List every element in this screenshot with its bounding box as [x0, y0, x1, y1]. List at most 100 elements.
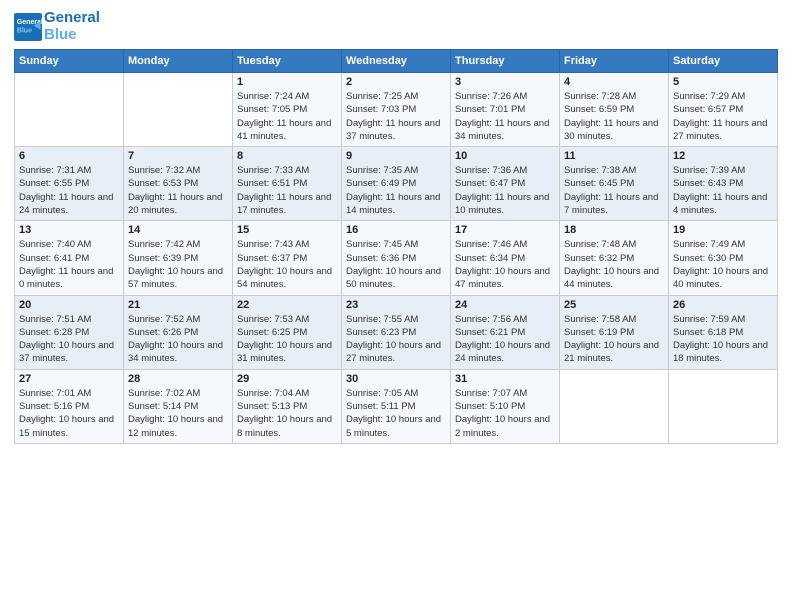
day-info: Sunrise: 7:52 AMSunset: 6:26 PMDaylight:…: [128, 313, 228, 366]
day-number: 27: [19, 373, 119, 385]
calendar-cell: 10 Sunrise: 7:36 AMSunset: 6:47 PMDayligh…: [451, 147, 560, 221]
day-info: Sunrise: 7:46 AMSunset: 6:34 PMDaylight:…: [455, 238, 555, 291]
day-number: 26: [673, 299, 773, 311]
calendar-cell: 27 Sunrise: 7:01 AMSunset: 5:16 PMDayligh…: [15, 369, 124, 443]
day-number: 23: [346, 299, 446, 311]
calendar-cell: 3Sunrise: 7:26 AMSunset: 7:01 PMDaylight…: [451, 73, 560, 147]
day-info: Sunrise: 7:45 AMSunset: 6:36 PMDaylight:…: [346, 238, 446, 291]
weekday-header-friday: Friday: [560, 50, 669, 73]
day-info: Sunrise: 7:05 AMSunset: 5:11 PMDaylight:…: [346, 387, 446, 440]
day-info: Sunrise: 7:31 AMSunset: 6:55 PMDaylight:…: [19, 164, 119, 217]
calendar-cell: 28Sunrise: 7:02 AMSunset: 5:14 PMDayligh…: [124, 369, 233, 443]
day-number: 18: [564, 224, 664, 236]
week-row-1: 1 Sunrise: 7:24 AMSunset: 7:05 PMDaylight…: [15, 73, 778, 147]
day-number: 11: [564, 150, 664, 162]
svg-text:Blue: Blue: [17, 27, 32, 34]
week-row-3: 13 Sunrise: 7:40 AMSunset: 6:41 PMDayligh…: [15, 221, 778, 295]
header: General Blue GeneralBlue: [14, 10, 778, 43]
day-info: Sunrise: 7:24 AMSunset: 7:05 PMDaylight:…: [237, 90, 337, 143]
day-number: 15: [237, 224, 337, 236]
day-number: 12: [673, 150, 773, 162]
day-number: 17: [455, 224, 555, 236]
weekday-header-row: SundayMondayTuesdayWednesdayThursdayFrid…: [15, 50, 778, 73]
day-info: Sunrise: 7:35 AMSunset: 6:49 PMDaylight:…: [346, 164, 446, 217]
calendar-cell: 8Sunrise: 7:33 AMSunset: 6:51 PMDaylight…: [233, 147, 342, 221]
calendar-cell: 1 Sunrise: 7:24 AMSunset: 7:05 PMDaylight…: [233, 73, 342, 147]
day-number: 16: [346, 224, 446, 236]
calendar-cell: 11 Sunrise: 7:38 AMSunset: 6:45 PMDayligh…: [560, 147, 669, 221]
day-number: 21: [128, 299, 228, 311]
calendar-cell: 5 Sunrise: 7:29 AMSunset: 6:57 PMDaylight…: [669, 73, 778, 147]
weekday-header-sunday: Sunday: [15, 50, 124, 73]
day-number: 30: [346, 373, 446, 385]
day-info: Sunrise: 7:59 AMSunset: 6:18 PMDaylight:…: [673, 313, 773, 366]
day-info: Sunrise: 7:26 AMSunset: 7:01 PMDaylight:…: [455, 90, 555, 143]
day-number: 7: [128, 150, 228, 162]
day-info: Sunrise: 7:40 AMSunset: 6:41 PMDaylight:…: [19, 238, 119, 291]
day-number: 1: [237, 76, 337, 88]
day-info: Sunrise: 7:43 AMSunset: 6:37 PMDaylight:…: [237, 238, 337, 291]
calendar-cell: 26 Sunrise: 7:59 AMSunset: 6:18 PMDayligh…: [669, 295, 778, 369]
calendar-cell: 14 Sunrise: 7:42 AMSunset: 6:39 PMDayligh…: [124, 221, 233, 295]
day-info: Sunrise: 7:01 AMSunset: 5:16 PMDaylight:…: [19, 387, 119, 440]
day-info: Sunrise: 7:07 AMSunset: 5:10 PMDaylight:…: [455, 387, 555, 440]
day-info: Sunrise: 7:42 AMSunset: 6:39 PMDaylight:…: [128, 238, 228, 291]
day-number: 28: [128, 373, 228, 385]
day-info: Sunrise: 7:39 AMSunset: 6:43 PMDaylight:…: [673, 164, 773, 217]
day-info: Sunrise: 7:48 AMSunset: 6:32 PMDaylight:…: [564, 238, 664, 291]
calendar-cell: 4 Sunrise: 7:28 AMSunset: 6:59 PMDaylight…: [560, 73, 669, 147]
day-info: Sunrise: 7:55 AMSunset: 6:23 PMDaylight:…: [346, 313, 446, 366]
day-info: Sunrise: 7:29 AMSunset: 6:57 PMDaylight:…: [673, 90, 773, 143]
day-number: 22: [237, 299, 337, 311]
calendar-cell: 20Sunrise: 7:51 AMSunset: 6:28 PMDayligh…: [15, 295, 124, 369]
day-number: 20: [19, 299, 119, 311]
weekday-header-saturday: Saturday: [669, 50, 778, 73]
calendar-cell: 17 Sunrise: 7:46 AMSunset: 6:34 PMDayligh…: [451, 221, 560, 295]
calendar-cell: [560, 369, 669, 443]
logo: General Blue GeneralBlue: [14, 10, 100, 43]
calendar-cell: 29Sunrise: 7:04 AMSunset: 5:13 PMDayligh…: [233, 369, 342, 443]
calendar-cell: 12 Sunrise: 7:39 AMSunset: 6:43 PMDayligh…: [669, 147, 778, 221]
day-info: Sunrise: 7:53 AMSunset: 6:25 PMDaylight:…: [237, 313, 337, 366]
day-info: Sunrise: 7:38 AMSunset: 6:45 PMDaylight:…: [564, 164, 664, 217]
day-info: Sunrise: 7:49 AMSunset: 6:30 PMDaylight:…: [673, 238, 773, 291]
calendar-table: SundayMondayTuesdayWednesdayThursdayFrid…: [14, 49, 778, 444]
calendar-cell: 9 Sunrise: 7:35 AMSunset: 6:49 PMDaylight…: [342, 147, 451, 221]
day-number: 13: [19, 224, 119, 236]
day-info: Sunrise: 7:36 AMSunset: 6:47 PMDaylight:…: [455, 164, 555, 217]
calendar-cell: 16 Sunrise: 7:45 AMSunset: 6:36 PMDayligh…: [342, 221, 451, 295]
day-number: 31: [455, 373, 555, 385]
week-row-4: 20Sunrise: 7:51 AMSunset: 6:28 PMDayligh…: [15, 295, 778, 369]
day-number: 4: [564, 76, 664, 88]
week-row-2: 6 Sunrise: 7:31 AMSunset: 6:55 PMDaylight…: [15, 147, 778, 221]
day-info: Sunrise: 7:28 AMSunset: 6:59 PMDaylight:…: [564, 90, 664, 143]
day-number: 9: [346, 150, 446, 162]
day-info: Sunrise: 7:04 AMSunset: 5:13 PMDaylight:…: [237, 387, 337, 440]
day-info: Sunrise: 7:32 AMSunset: 6:53 PMDaylight:…: [128, 164, 228, 217]
logo-icon: General Blue: [14, 13, 42, 41]
day-number: 14: [128, 224, 228, 236]
week-row-5: 27 Sunrise: 7:01 AMSunset: 5:16 PMDayligh…: [15, 369, 778, 443]
calendar-cell: 31 Sunrise: 7:07 AMSunset: 5:10 PMDayligh…: [451, 369, 560, 443]
weekday-header-wednesday: Wednesday: [342, 50, 451, 73]
calendar-cell: 21 Sunrise: 7:52 AMSunset: 6:26 PMDayligh…: [124, 295, 233, 369]
day-number: 10: [455, 150, 555, 162]
calendar-cell: [124, 73, 233, 147]
calendar-cell: 24 Sunrise: 7:56 AMSunset: 6:21 PMDayligh…: [451, 295, 560, 369]
calendar-cell: [15, 73, 124, 147]
calendar-cell: 2Sunrise: 7:25 AMSunset: 7:03 PMDaylight…: [342, 73, 451, 147]
day-info: Sunrise: 7:25 AMSunset: 7:03 PMDaylight:…: [346, 90, 446, 143]
day-number: 19: [673, 224, 773, 236]
weekday-header-tuesday: Tuesday: [233, 50, 342, 73]
calendar-cell: 22 Sunrise: 7:53 AMSunset: 6:25 PMDayligh…: [233, 295, 342, 369]
day-info: Sunrise: 7:56 AMSunset: 6:21 PMDaylight:…: [455, 313, 555, 366]
day-number: 24: [455, 299, 555, 311]
calendar-cell: 19 Sunrise: 7:49 AMSunset: 6:30 PMDayligh…: [669, 221, 778, 295]
day-number: 5: [673, 76, 773, 88]
day-number: 6: [19, 150, 119, 162]
calendar-cell: 18 Sunrise: 7:48 AMSunset: 6:32 PMDayligh…: [560, 221, 669, 295]
page-container: General Blue GeneralBlue SundayMondayTue…: [0, 0, 792, 452]
calendar-cell: 25Sunrise: 7:58 AMSunset: 6:19 PMDayligh…: [560, 295, 669, 369]
calendar-cell: 7 Sunrise: 7:32 AMSunset: 6:53 PMDaylight…: [124, 147, 233, 221]
calendar-cell: 30 Sunrise: 7:05 AMSunset: 5:11 PMDayligh…: [342, 369, 451, 443]
